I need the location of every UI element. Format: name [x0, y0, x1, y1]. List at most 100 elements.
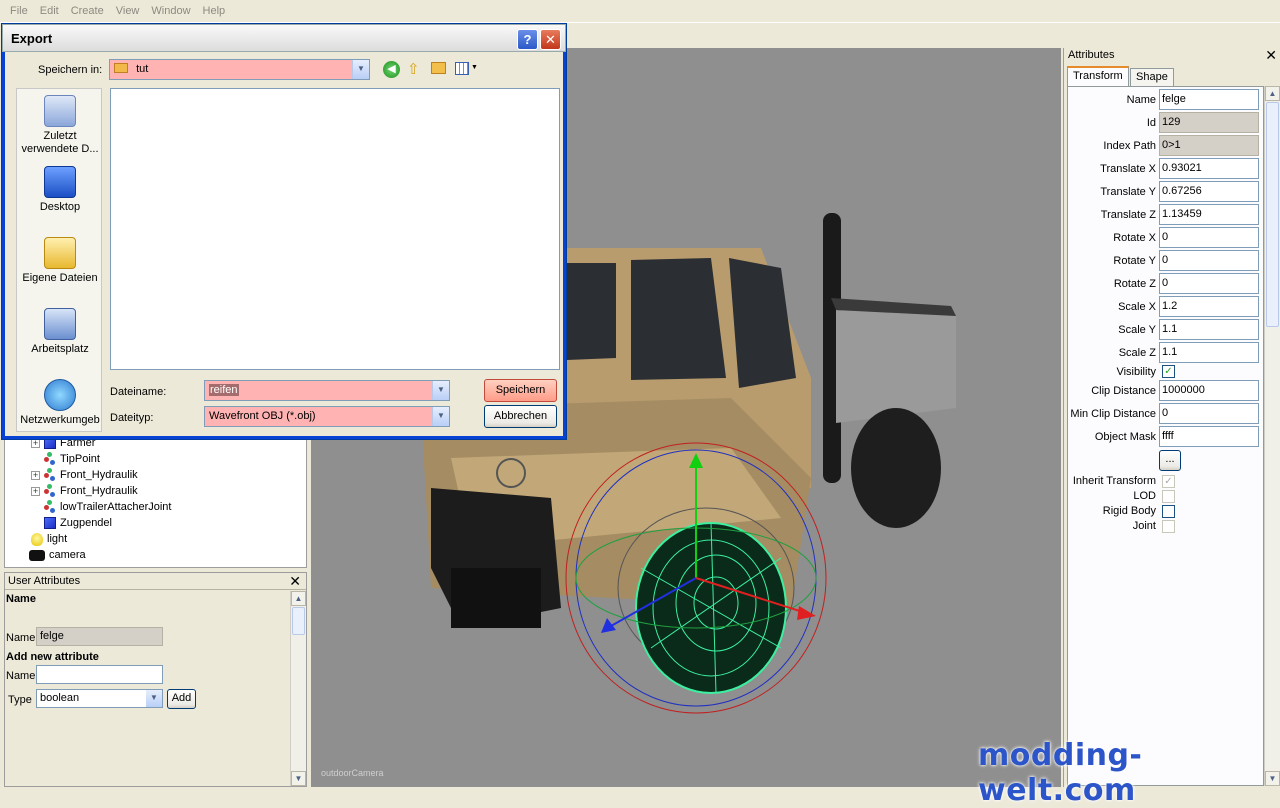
place-network[interactable]: Netzwerkumgeb — [17, 379, 103, 427]
up-folder-icon[interactable]: ⇧ — [407, 60, 420, 78]
dialog-title: Export — [11, 30, 53, 46]
close-button[interactable]: ✕ — [540, 29, 561, 50]
object-mask-field[interactable]: ffff — [1159, 426, 1259, 447]
tree-item-front-hydraulik-2[interactable]: + Front_Hydraulik — [31, 483, 138, 499]
rigid-body-checkbox[interactable] — [1162, 505, 1175, 518]
user-attributes-scrollbar[interactable]: ▲ ▼ — [290, 591, 306, 786]
menu-edit[interactable]: Edit — [40, 5, 59, 17]
scene-graph-tree[interactable]: + Farmer TipPoint + Front_Hydraulik + Fr… — [4, 436, 307, 568]
rotate-z-label: Rotate Z — [1113, 278, 1156, 290]
close-icon[interactable]: ✕ — [289, 574, 301, 588]
translate-y-field[interactable]: 0.67256 — [1159, 181, 1259, 202]
view-menu-icon[interactable] — [455, 62, 469, 75]
tree-item-light[interactable]: light — [31, 531, 67, 547]
translate-x-label: Translate X — [1100, 163, 1156, 175]
scroll-thumb[interactable] — [1266, 102, 1279, 327]
save-in-select[interactable]: tut ▼ — [109, 59, 370, 80]
name-field[interactable]: felge — [1159, 89, 1259, 110]
attributes-scrollbar[interactable]: ▲ ▼ — [1264, 86, 1280, 786]
rotate-x-field[interactable]: 0 — [1159, 227, 1259, 248]
place-desktop[interactable]: Desktop — [17, 166, 103, 214]
scroll-up-icon[interactable]: ▲ — [1265, 86, 1280, 101]
back-icon[interactable]: ◀ — [383, 61, 400, 78]
expand-icon[interactable]: + — [31, 486, 40, 496]
scroll-thumb[interactable] — [292, 607, 305, 635]
min-clip-distance-label: Min Clip Distance — [1070, 408, 1156, 420]
tree-item-front-hydraulik-1[interactable]: + Front_Hydraulik — [31, 467, 138, 483]
place-my-documents[interactable]: Eigene Dateien — [17, 237, 103, 285]
scale-y-field[interactable]: 1.1 — [1159, 319, 1259, 340]
menu-help[interactable]: Help — [203, 5, 226, 17]
dialog-titlebar[interactable]: Export ? ✕ — [2, 24, 566, 52]
object-mask-more-button[interactable]: ... — [1159, 450, 1181, 471]
scale-y-label: Scale Y — [1118, 324, 1156, 336]
tree-item-tippoint[interactable]: TipPoint — [44, 451, 100, 467]
tree-item-camera[interactable]: camera — [29, 547, 86, 563]
translate-z-field[interactable]: 1.13459 — [1159, 204, 1259, 225]
scale-x-field[interactable]: 1.2 — [1159, 296, 1259, 317]
name-label: Name — [1126, 94, 1156, 106]
joint-icon — [44, 452, 56, 466]
tree-item-zugpendel[interactable]: Zugpendel — [44, 515, 112, 531]
close-icon[interactable]: ✕ — [1265, 48, 1277, 62]
min-clip-distance-field[interactable]: 0 — [1159, 403, 1259, 424]
index-path-label: Index Path — [1103, 140, 1156, 152]
scroll-up-icon[interactable]: ▲ — [291, 591, 306, 606]
place-my-computer[interactable]: Arbeitsplatz — [17, 308, 103, 356]
chevron-down-icon[interactable]: ▼ — [432, 381, 449, 400]
filename-input[interactable]: reifen ▼ — [204, 380, 450, 401]
menu-file[interactable]: File — [10, 5, 28, 17]
menu-bar: File Edit Create View Window Help — [0, 0, 1280, 22]
help-button[interactable]: ? — [517, 29, 538, 50]
visibility-checkbox[interactable]: ✓ — [1162, 365, 1175, 378]
expand-icon[interactable]: + — [31, 438, 40, 448]
add-attribute-button[interactable]: Add — [167, 689, 196, 709]
new-attribute-name-input[interactable] — [36, 665, 163, 684]
filetype-label: Dateityp: — [110, 412, 154, 424]
new-folder-icon[interactable] — [431, 62, 446, 74]
save-button[interactable]: Speichern — [484, 379, 557, 402]
tree-item-lowtrailerattacherjoint[interactable]: lowTrailerAttacherJoint — [44, 499, 171, 515]
desktop-icon — [44, 166, 76, 198]
name-readonly-field: felge — [36, 627, 163, 646]
filetype-select[interactable]: Wavefront OBJ (*.obj) ▼ — [204, 406, 450, 427]
filename-label: Dateiname: — [110, 386, 167, 398]
scale-x-label: Scale X — [1118, 301, 1156, 313]
menu-create[interactable]: Create — [71, 5, 104, 17]
file-list[interactable] — [110, 88, 560, 370]
scroll-down-icon[interactable]: ▼ — [291, 771, 306, 786]
chevron-down-icon[interactable]: ▼ — [352, 60, 369, 79]
watermark: modding-welt.com — [978, 738, 1143, 808]
rotate-y-field[interactable]: 0 — [1159, 250, 1259, 271]
type-label: Type — [8, 694, 32, 706]
scale-z-label: Scale Z — [1118, 347, 1156, 359]
index-path-field: 0>1 — [1159, 135, 1259, 156]
inherit-transform-checkbox: ✓ — [1162, 475, 1175, 488]
place-recent[interactable]: Zuletzt verwendete D... — [17, 95, 103, 156]
menu-view[interactable]: View — [116, 5, 140, 17]
translate-x-field[interactable]: 0.93021 — [1159, 158, 1259, 179]
rotate-z-field[interactable]: 0 — [1159, 273, 1259, 294]
view-menu-chevron-icon[interactable]: ▼ — [471, 64, 478, 71]
transform-tab-content: Name felge Id 129 Index Path 0>1 Transla… — [1067, 86, 1264, 786]
menu-window[interactable]: Window — [151, 5, 190, 17]
chevron-down-icon[interactable]: ▼ — [432, 407, 449, 426]
name-label: Name — [6, 632, 36, 644]
clip-distance-field[interactable]: 1000000 — [1159, 380, 1259, 401]
chevron-down-icon[interactable]: ▼ — [146, 690, 162, 707]
rotate-y-label: Rotate Y — [1113, 255, 1156, 267]
add-attribute-heading: Add new attribute — [6, 651, 99, 663]
recent-documents-icon — [44, 95, 76, 127]
expand-icon[interactable]: + — [31, 470, 40, 480]
clip-distance-label: Clip Distance — [1091, 385, 1156, 397]
new-name-label: Name — [6, 670, 36, 682]
cancel-button[interactable]: Abbrechen — [484, 405, 557, 428]
user-attributes-title: User Attributes — [5, 573, 306, 590]
camera-icon — [29, 549, 45, 561]
scale-z-field[interactable]: 1.1 — [1159, 342, 1259, 363]
tab-transform[interactable]: Transform — [1067, 66, 1129, 86]
cube-icon — [44, 517, 56, 529]
joint-icon — [44, 484, 56, 498]
tab-shape[interactable]: Shape — [1130, 68, 1174, 86]
type-select[interactable]: boolean ▼ — [36, 689, 163, 708]
